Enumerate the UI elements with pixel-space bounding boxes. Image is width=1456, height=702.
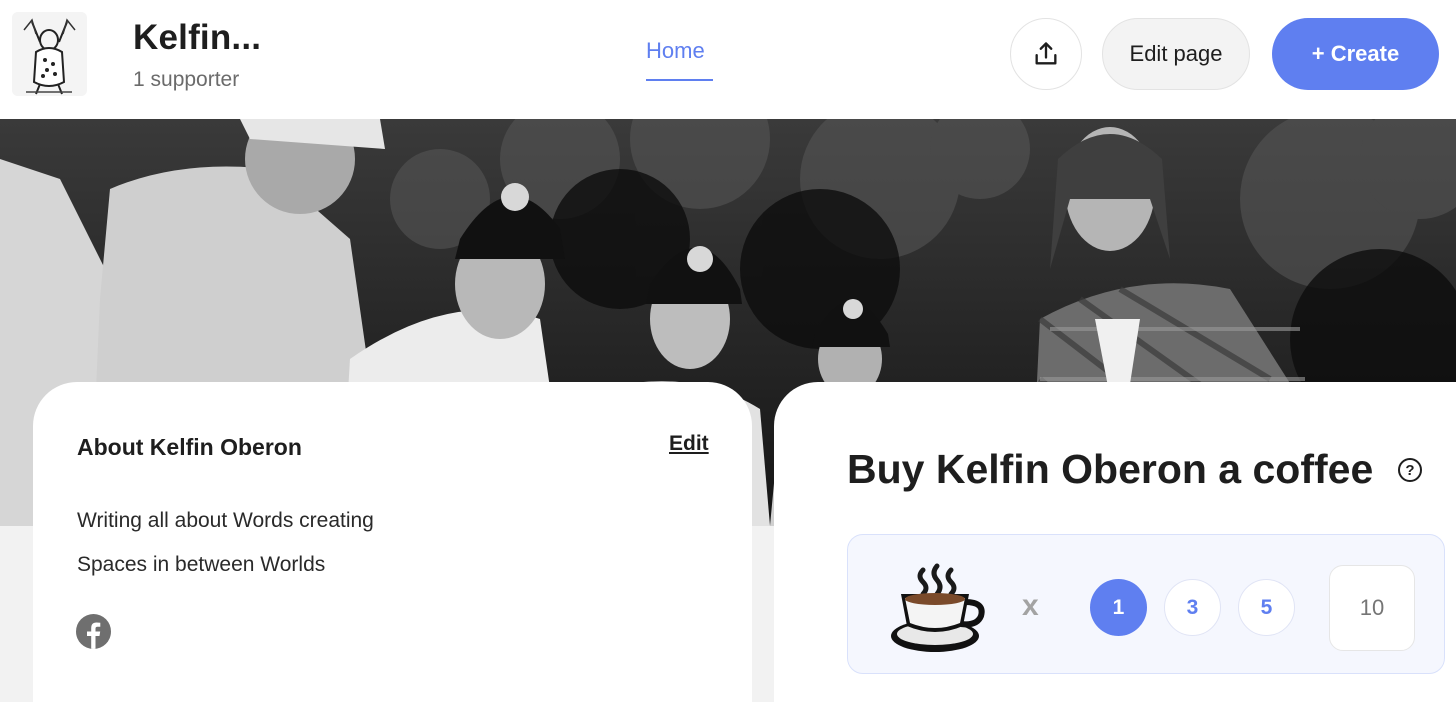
supporter-count: 1 supporter bbox=[133, 68, 240, 91]
share-icon bbox=[1035, 42, 1057, 65]
coffee-amount-picker: x 1 3 5 bbox=[847, 534, 1445, 674]
facebook-glyph bbox=[87, 622, 101, 649]
about-card: About Kelfin Oberon Edit Writing all abo… bbox=[33, 382, 752, 702]
buy-coffee-card: Buy Kelfin Oberon a coffee ? x 1 3 5 bbox=[774, 382, 1456, 702]
edit-page-button[interactable]: Edit page bbox=[1102, 18, 1250, 90]
multiplier-symbol: x bbox=[1022, 589, 1039, 622]
about-description-line: Spaces in between Worlds bbox=[77, 553, 326, 576]
question-circle-icon[interactable]: ? bbox=[1398, 458, 1422, 482]
top-bar: Kelfin... 1 supporter Home Edit page + C… bbox=[0, 0, 1456, 119]
custom-amount-input[interactable] bbox=[1329, 565, 1415, 651]
amount-option-5[interactable]: 5 bbox=[1238, 579, 1295, 636]
publication-title: Kelfin... bbox=[133, 18, 262, 57]
tab-home[interactable]: Home bbox=[646, 38, 705, 64]
amount-option-1[interactable]: 1 bbox=[1090, 579, 1147, 636]
create-button[interactable]: + Create bbox=[1272, 18, 1439, 90]
amount-option-3[interactable]: 3 bbox=[1164, 579, 1221, 636]
about-title: About Kelfin Oberon bbox=[77, 434, 302, 460]
tab-home-underline bbox=[646, 79, 713, 81]
creator-avatar[interactable] bbox=[12, 12, 87, 96]
buy-coffee-title: Buy Kelfin Oberon a coffee bbox=[847, 446, 1374, 492]
about-edit-link[interactable]: Edit bbox=[669, 432, 709, 456]
avatar-illustration bbox=[12, 12, 87, 96]
share-button[interactable] bbox=[1010, 18, 1082, 90]
about-description-line: Writing all about Words creating bbox=[77, 509, 374, 532]
coffee-cup-icon bbox=[891, 563, 985, 652]
facebook-icon[interactable] bbox=[76, 614, 111, 649]
